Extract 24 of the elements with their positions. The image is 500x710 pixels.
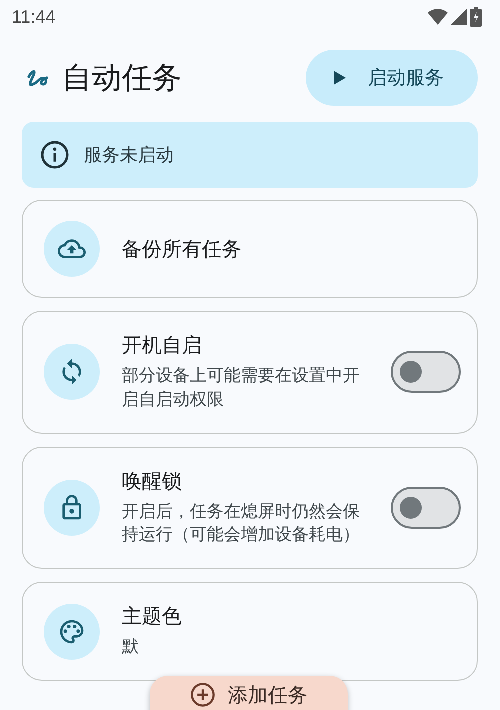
- toggle-switch[interactable]: [391, 486, 461, 529]
- setting-title: 开机自启: [122, 332, 203, 359]
- banner-text: 服务未启动: [84, 144, 174, 167]
- setting-description: 部分设备上可能需要在设置中开启自启动权限: [122, 365, 361, 412]
- signal-icon: [451, 9, 467, 25]
- toggle-switch[interactable]: [391, 351, 461, 394]
- wifi-icon: [428, 9, 448, 25]
- palette-icon: [58, 618, 86, 646]
- status-time: 11:44: [12, 6, 56, 28]
- setting-description: 开启后，任务在熄屏时仍然会保持运行（可能会增加设备耗电）: [122, 500, 361, 548]
- settings-card[interactable]: 备份所有任务: [22, 200, 478, 298]
- battery-icon: [470, 7, 482, 27]
- setting-description: 默: [122, 636, 140, 660]
- info-icon: [40, 140, 70, 170]
- add-task-button[interactable]: 添加任务: [150, 676, 348, 710]
- add-circle-icon: [190, 682, 216, 708]
- setting-title: 唤醒锁: [122, 468, 183, 495]
- setting-title: 主题色: [122, 603, 183, 630]
- play-icon: [334, 71, 346, 85]
- settings-card[interactable]: 开机自启 部分设备上可能需要在设置中开启自启动权限: [22, 311, 478, 434]
- settings-card[interactable]: 唤醒锁 开启后，任务在熄屏时仍然会保持运行（可能会增加设备耗电）: [22, 446, 478, 570]
- page-title: 自动任务: [62, 60, 182, 98]
- setting-title: 备份所有任务: [122, 236, 243, 262]
- start-service-button[interactable]: 启动服务: [306, 50, 478, 106]
